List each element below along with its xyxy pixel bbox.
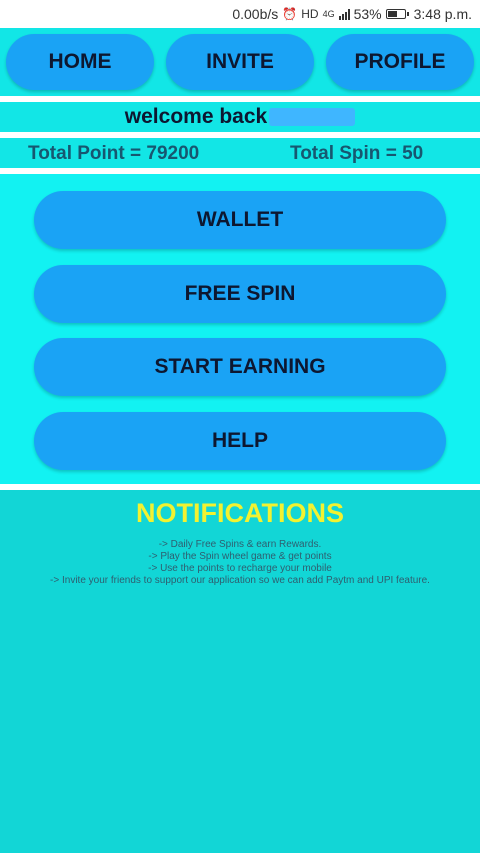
notification-line: -> Invite your friends to support our ap… — [50, 575, 430, 586]
welcome-text: welcome back — [124, 105, 268, 128]
notifications-list: -> Daily Free Spins & earn Rewards. -> P… — [0, 539, 480, 587]
help-button[interactable]: HELP — [34, 412, 446, 470]
top-nav: HOME INVITE PROFILE — [0, 28, 480, 96]
total-point: Total Point = 79200 — [28, 143, 200, 164]
redacted-username — [269, 108, 356, 126]
clock: 3:48 p.m. — [413, 6, 472, 22]
free-spin-button[interactable]: FREE SPIN — [34, 265, 446, 323]
total-spin: Total Spin = 50 — [290, 143, 424, 164]
network-speed: 0.00b/s — [232, 6, 279, 22]
battery-percent: 53% — [353, 6, 382, 22]
notification-line: -> Daily Free Spins & earn Rewards. — [158, 539, 322, 550]
notification-line: -> Play the Spin wheel game & get points — [148, 551, 332, 562]
notification-line: -> Use the points to recharge your mobil… — [148, 563, 332, 574]
wallet-button[interactable]: WALLET — [34, 191, 446, 249]
alarm-icon: ⏰ — [282, 7, 298, 21]
invite-button[interactable]: INVITE — [166, 34, 314, 90]
main-menu: WALLET FREE SPIN START EARNING HELP — [0, 174, 480, 484]
battery-icon — [385, 9, 409, 19]
hd-icon: HD — [301, 7, 319, 21]
network-type: 4G — [322, 9, 335, 19]
stats-bar: Total Point = 79200 Total Spin = 50 — [0, 138, 480, 168]
signal-icon — [338, 8, 350, 20]
home-button[interactable]: HOME — [6, 34, 154, 90]
welcome-banner: welcome back — [0, 102, 480, 132]
start-earning-button[interactable]: START EARNING — [34, 338, 446, 396]
status-bar: 0.00b/s ⏰ HD 4G 53% 3:48 p.m. — [0, 0, 480, 28]
profile-button[interactable]: PROFILE — [326, 34, 474, 90]
notifications-title: NOTIFICATIONS — [136, 498, 344, 528]
notifications-panel: NOTIFICATIONS -> Daily Free Spins & earn… — [0, 490, 480, 853]
